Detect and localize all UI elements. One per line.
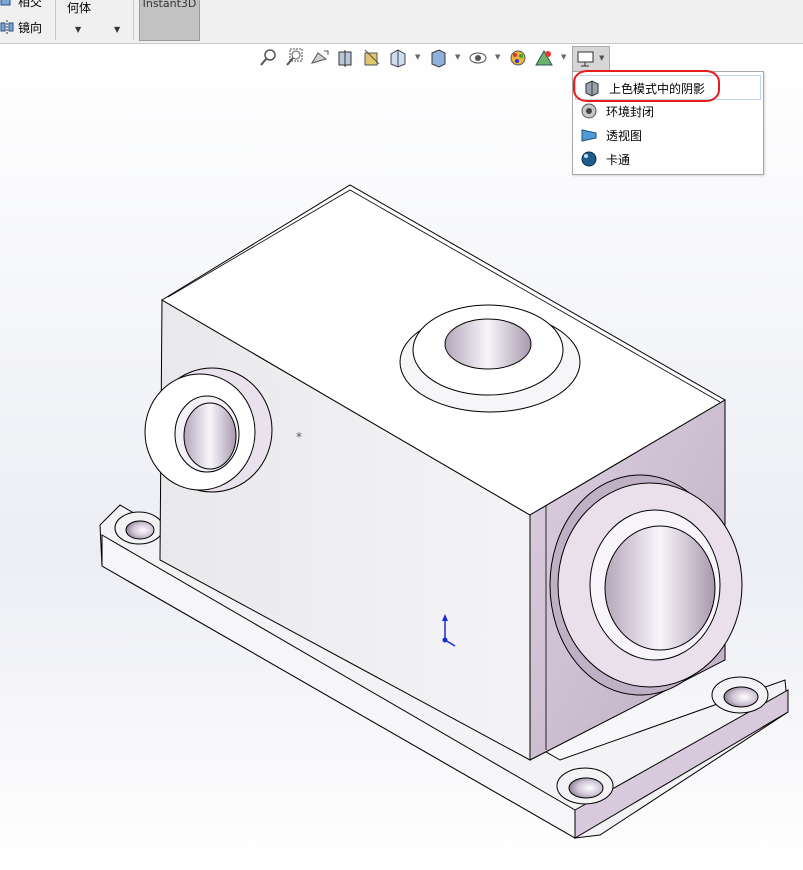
heads-up-view-toolbar: ▼ ▼ ▼ ▼ bbox=[258, 47, 608, 71]
chevron-down-icon[interactable]: ▼ bbox=[599, 54, 604, 62]
reference-geometry-button[interactable]: 何体 bbox=[67, 1, 91, 15]
view-settings-button[interactable]: ▼ bbox=[572, 46, 610, 73]
view-settings-icon bbox=[576, 49, 596, 72]
instant3d-button[interactable]: Instant3D bbox=[139, 0, 200, 41]
menu-item-cartoon[interactable]: 卡通 bbox=[573, 147, 763, 170]
menu-item-ambient-occlusion[interactable]: 环境封闭 bbox=[573, 99, 763, 122]
menu-item-label: 卡通 bbox=[606, 153, 631, 167]
mirror-icon[interactable] bbox=[0, 19, 14, 38]
chevron-down-icon[interactable]: ▼ bbox=[75, 25, 81, 34]
chevron-down-icon[interactable]: ▼ bbox=[495, 53, 500, 61]
previous-view-icon[interactable] bbox=[310, 47, 330, 69]
origin-marker-icon: * bbox=[296, 430, 302, 444]
intersect-button[interactable]: 相交 bbox=[18, 0, 42, 9]
mirror-button[interactable]: 镜向 bbox=[18, 21, 42, 35]
apply-scene-icon[interactable] bbox=[534, 47, 554, 69]
intersect-icon[interactable] bbox=[0, 0, 14, 12]
edit-appearance-icon[interactable] bbox=[508, 47, 528, 69]
chevron-down-icon[interactable]: ▼ bbox=[114, 25, 120, 34]
command-manager-ribbon: 相交 镜向 何体 ▼ ▼ Instant3D bbox=[0, 0, 803, 44]
menu-item-perspective[interactable]: 透视图 bbox=[573, 123, 763, 146]
display-style-icon[interactable] bbox=[428, 47, 448, 69]
chevron-down-icon[interactable]: ▼ bbox=[415, 53, 420, 61]
chevron-down-icon[interactable]: ▼ bbox=[561, 53, 566, 61]
ribbon-separator bbox=[55, 0, 56, 40]
hide-show-items-icon[interactable] bbox=[468, 47, 488, 69]
cartoon-icon bbox=[580, 150, 598, 168]
instant3d-label: Instant3D bbox=[142, 0, 197, 10]
section-view-icon[interactable] bbox=[336, 47, 356, 69]
zoom-to-fit-icon[interactable] bbox=[258, 47, 278, 69]
highlight-annotation bbox=[573, 70, 720, 102]
zoom-to-area-icon[interactable] bbox=[284, 47, 304, 69]
view-orientation-icon[interactable] bbox=[388, 47, 408, 69]
chevron-down-icon[interactable]: ▼ bbox=[455, 53, 460, 61]
dynamic-annotation-view-icon[interactable] bbox=[362, 47, 382, 69]
menu-item-label: 环境封闭 bbox=[606, 105, 655, 119]
ambient-occlusion-icon bbox=[580, 102, 598, 120]
ribbon-separator bbox=[133, 0, 134, 40]
perspective-icon bbox=[580, 126, 598, 144]
menu-item-label: 透视图 bbox=[606, 129, 643, 143]
